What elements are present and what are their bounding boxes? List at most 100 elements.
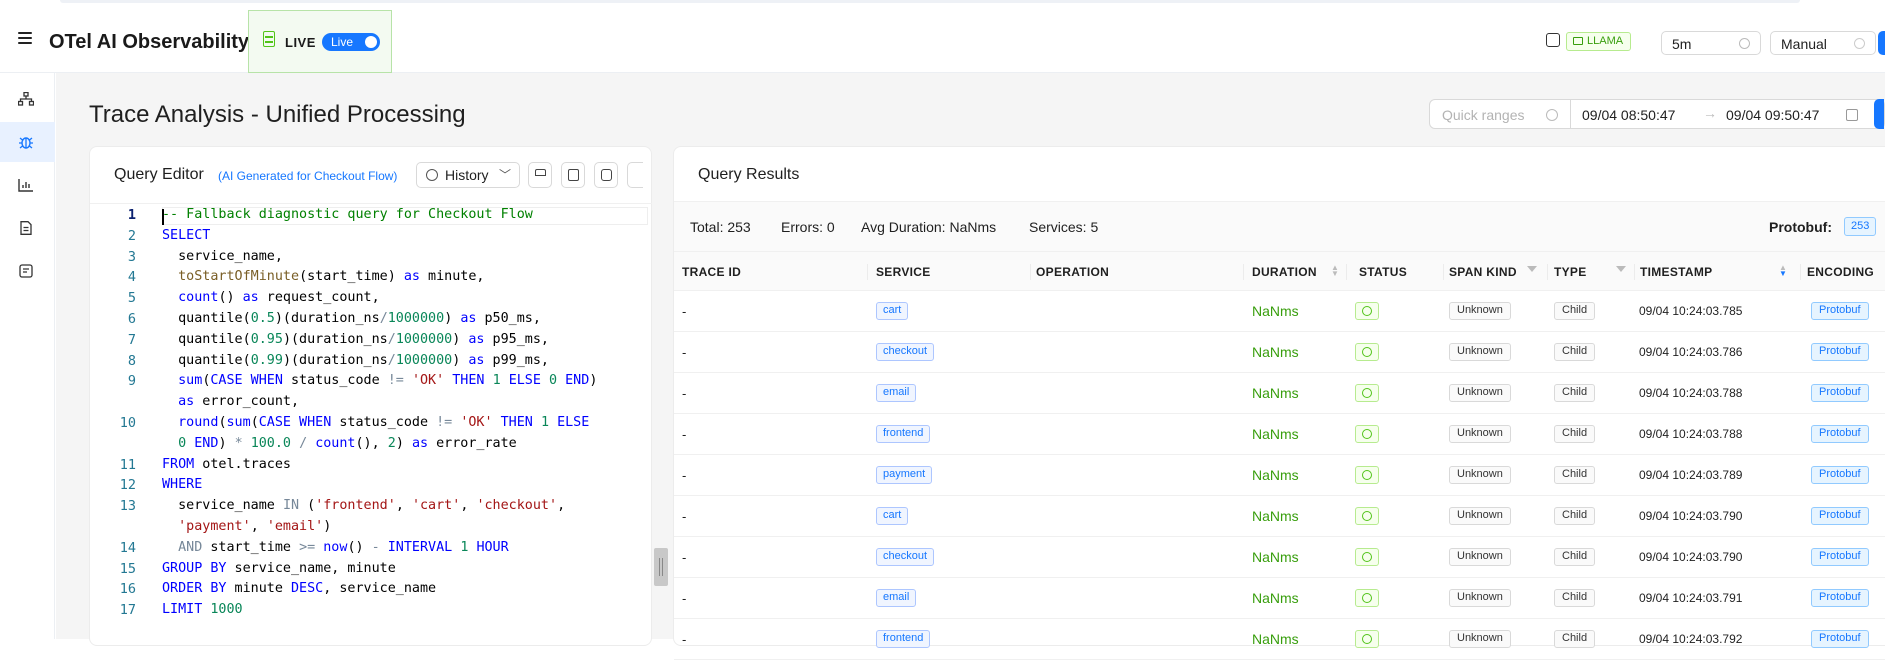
history-label: History <box>445 167 489 183</box>
ai-assist-button[interactable] <box>594 162 618 188</box>
panel-resize-handle[interactable] <box>654 548 668 586</box>
live-toggle[interactable]: Live <box>322 33 380 51</box>
filter-icon[interactable] <box>1527 266 1537 272</box>
filter-icon[interactable] <box>1616 266 1626 272</box>
llm-model-tag[interactable]: LLAMA <box>1566 32 1632 51</box>
sidebar-item-metrics[interactable] <box>0 165 55 205</box>
line-number: 1 <box>127 207 136 223</box>
column-status[interactable]: STATUS <box>1359 265 1407 279</box>
duration-cell: NaNms <box>1252 426 1299 442</box>
service-tag[interactable]: frontend <box>876 630 931 648</box>
table-row[interactable]: - payment NaNms Unknown Child 09/04 10:24:03.… <box>674 455 1885 496</box>
encoding-tag: Protobuf <box>1811 589 1869 607</box>
service-tag[interactable]: email <box>876 384 917 402</box>
encoding-tag: Protobuf <box>1811 384 1869 402</box>
timestamp-cell: 09/04 10:24:03.789 <box>1639 468 1743 482</box>
span-kind-tag: Unknown <box>1449 302 1511 320</box>
trace-id-cell[interactable]: - <box>682 591 686 606</box>
trace-id-cell[interactable]: - <box>682 509 686 524</box>
copy-button[interactable] <box>561 162 585 188</box>
table-row[interactable]: - checkout NaNms Unknown Child 09/04 10:24:03… <box>674 537 1885 578</box>
service-tag[interactable]: checkout <box>876 548 935 566</box>
quick-ranges-input[interactable]: Quick ranges <box>1442 107 1524 123</box>
service-tag[interactable]: payment <box>876 466 933 484</box>
timestamp-cell: 09/04 10:24:03.792 <box>1639 632 1743 646</box>
service-tag[interactable]: checkout <box>876 343 935 361</box>
copy-icon <box>568 169 579 181</box>
sidebar-item-llm[interactable] <box>0 251 55 291</box>
sidebar-item-topology[interactable] <box>0 79 55 119</box>
span-kind-tag: Unknown <box>1449 589 1511 607</box>
duration-cell: NaNms <box>1252 590 1299 606</box>
column-service[interactable]: SERVICE <box>876 265 931 279</box>
menu-icon[interactable] <box>18 32 32 44</box>
table-row[interactable]: - cart NaNms Unknown Child 09/04 10:24:03.785… <box>674 291 1885 332</box>
code-line: service_name, <box>162 248 283 264</box>
table-row[interactable]: - cart NaNms Unknown Child 09/04 10:24:03.790… <box>674 496 1885 537</box>
clock-icon <box>1362 511 1372 521</box>
service-tag[interactable]: cart <box>876 507 909 525</box>
trace-id-cell[interactable]: - <box>682 632 686 647</box>
trace-id-cell[interactable]: - <box>682 304 686 319</box>
line-number: 12 <box>119 477 136 494</box>
column-operation[interactable]: OPERATION <box>1036 265 1109 279</box>
status-badge <box>1355 548 1379 566</box>
format-icon <box>535 169 546 176</box>
column-type[interactable]: TYPE <box>1554 265 1587 279</box>
span-kind-tag: Unknown <box>1449 384 1511 402</box>
code-line: sum(CASE WHEN status_code != 'OK' THEN 1… <box>162 373 598 389</box>
code-line: -- Fallback diagnostic query for Checkou… <box>162 207 533 222</box>
sidebar-item-logs[interactable] <box>0 208 55 248</box>
refresh-mode-select[interactable]: Manual <box>1770 31 1876 55</box>
service-tag[interactable]: frontend <box>876 425 931 443</box>
results-stats: Total: 253 Errors: 0 Avg Duration: NaNms… <box>674 201 1885 251</box>
header-action-button[interactable] <box>1878 31 1885 55</box>
sql-editor[interactable]: 1 2 3 4 5 6 7 8 9 10 11 12 13 14 15 16 17 -- Fallback di… <box>90 203 652 647</box>
column-timestamp[interactable]: TIMESTAMP <box>1640 265 1712 279</box>
time-to-input[interactable]: 09/04 09:50:47 <box>1726 107 1819 123</box>
table-icon <box>263 31 275 47</box>
sidebar-item-traces[interactable] <box>0 122 55 162</box>
column-encoding[interactable]: ENCODING <box>1807 265 1874 279</box>
trace-id-cell[interactable]: - <box>682 386 686 401</box>
column-duration[interactable]: DURATION <box>1252 265 1317 279</box>
span-kind-tag: Unknown <box>1449 630 1511 648</box>
interval-value: 5m <box>1672 36 1692 52</box>
type-tag: Child <box>1554 425 1596 443</box>
more-button[interactable] <box>627 162 643 188</box>
time-from-input[interactable]: 09/04 08:50:47 <box>1582 107 1675 123</box>
trace-id-cell[interactable]: - <box>682 427 686 442</box>
results-table-header: TRACE ID SERVICE OPERATION DURATION ▲ ▼ S… <box>674 251 1885 291</box>
stat-services: Services: 5 <box>1029 219 1099 235</box>
sort-icon[interactable]: ▲ ▼ <box>1331 264 1339 278</box>
protobuf-label: Protobuf: <box>1769 219 1832 235</box>
interval-select[interactable]: 5m <box>1661 31 1761 55</box>
table-row[interactable]: - frontend NaNms Unknown Child 09/04 10:24:03… <box>674 414 1885 455</box>
time-range-picker[interactable]: Quick ranges 09/04 08:50:47 → 09/04 09:5… <box>1429 99 1885 129</box>
code-line: SELECT <box>162 227 211 243</box>
trace-id-cell[interactable]: - <box>682 550 686 565</box>
duration-cell: NaNms <box>1252 303 1299 319</box>
line-number: 5 <box>127 290 136 307</box>
timestamp-cell: 09/04 10:24:03.790 <box>1639 509 1743 523</box>
table-row[interactable]: - email NaNms Unknown Child 09/04 10:24:03.79… <box>674 578 1885 619</box>
trace-id-cell[interactable]: - <box>682 468 686 483</box>
format-button[interactable] <box>528 162 552 188</box>
duration-cell: NaNms <box>1252 549 1299 565</box>
code-line: quantile(0.99)(duration_ns/1000000) as p… <box>162 352 549 368</box>
sort-desc-icon[interactable]: ▲ ▼ <box>1779 264 1787 278</box>
table-row[interactable]: - frontend NaNms Unknown Child 09/04 10:24:03… <box>674 619 1885 660</box>
trace-id-cell[interactable]: - <box>682 345 686 360</box>
table-row[interactable]: - checkout NaNms Unknown Child 09/04 10:24:03… <box>674 332 1885 373</box>
arrow-right-icon: → <box>1703 105 1717 121</box>
history-button[interactable]: History ﹀ <box>416 162 520 188</box>
column-span-kind[interactable]: SPAN KIND <box>1449 265 1517 279</box>
line-number: 11 <box>119 456 136 473</box>
timestamp-cell: 09/04 10:24:03.791 <box>1639 591 1743 605</box>
service-tag[interactable]: email <box>876 589 917 607</box>
table-row[interactable]: - email NaNms Unknown Child 09/04 10:24:03.78… <box>674 373 1885 414</box>
service-tag[interactable]: cart <box>876 302 909 320</box>
run-query-button[interactable] <box>1874 99 1884 129</box>
refresh-mode-value: Manual <box>1781 36 1827 52</box>
column-trace-id[interactable]: TRACE ID <box>682 265 741 279</box>
